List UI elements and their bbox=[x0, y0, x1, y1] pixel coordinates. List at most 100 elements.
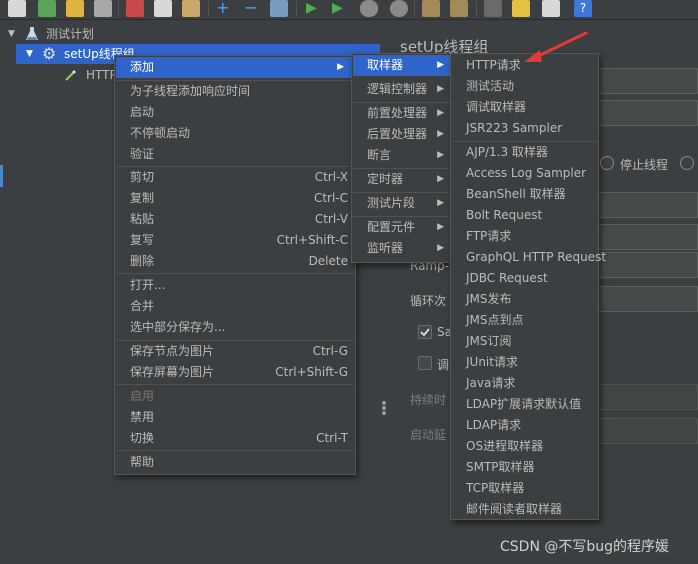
tree-node-http-request[interactable]: HTTP bbox=[60, 65, 120, 85]
sampler-item-jms-subscriber[interactable]: JMS订阅 bbox=[452, 331, 597, 352]
toolbar: + − ▶ ▶ ? bbox=[0, 0, 698, 20]
submenu-item-logic-controller[interactable]: 逻辑控制器 ▶ bbox=[353, 79, 450, 100]
menu-item-validate[interactable]: 验证 bbox=[116, 144, 354, 165]
stop-icon[interactable] bbox=[360, 0, 378, 17]
same-user-checkbox[interactable] bbox=[418, 325, 432, 339]
clear-icon[interactable] bbox=[422, 0, 440, 17]
menu-item-add-response-time[interactable]: 为子线程添加响应时间 bbox=[116, 81, 354, 102]
sampler-item-junit[interactable]: JUnit请求 bbox=[452, 352, 597, 373]
duration-field[interactable] bbox=[594, 384, 698, 410]
ramp-up-input[interactable] bbox=[594, 252, 698, 278]
templates-icon[interactable] bbox=[38, 0, 56, 17]
sampler-item-jdbc[interactable]: JDBC Request bbox=[452, 268, 597, 289]
new-file-icon[interactable] bbox=[8, 0, 26, 17]
loop-count-label: 循环次 bbox=[410, 294, 447, 308]
menu-item-help[interactable]: 帮助 bbox=[116, 452, 354, 473]
expand-icon[interactable]: + bbox=[216, 0, 234, 17]
splitter-grip[interactable] bbox=[382, 406, 386, 410]
chevron-right-icon: ▶ bbox=[437, 60, 444, 70]
menu-item-start[interactable]: 启动 bbox=[116, 102, 354, 123]
start-no-pause-icon[interactable]: ▶ bbox=[332, 0, 350, 17]
stop-thread-radio[interactable] bbox=[600, 156, 614, 170]
submenu-item-listener[interactable]: 监听器 ▶ bbox=[353, 238, 450, 259]
chevron-down-icon[interactable]: ▼ bbox=[26, 44, 33, 64]
sampler-item-access-log[interactable]: Access Log Sampler bbox=[452, 163, 597, 184]
menu-item-save-selection-as[interactable]: 选中部分保存为... bbox=[116, 317, 354, 338]
menu-item-cut[interactable]: 剪切 Ctrl-X bbox=[116, 167, 354, 188]
menu-item-paste[interactable]: 粘贴 Ctrl-V bbox=[116, 209, 354, 230]
name-field[interactable] bbox=[594, 68, 698, 94]
sampler-item-ftp[interactable]: FTP请求 bbox=[452, 226, 597, 247]
sampler-item-os-process[interactable]: OS进程取样器 bbox=[452, 436, 597, 457]
menu-item-toggle[interactable]: 切换 Ctrl-T bbox=[116, 428, 354, 449]
sampler-submenu: HTTP请求 测试活动 调试取样器 JSR223 Sampler AJP/1.3… bbox=[450, 53, 606, 520]
toolbar-separator bbox=[476, 1, 477, 17]
submenu-item-timer[interactable]: 定时器 ▶ bbox=[353, 169, 450, 190]
collapse-icon[interactable]: − bbox=[244, 0, 262, 17]
open-folder-icon[interactable] bbox=[66, 0, 84, 17]
menu-item-copy[interactable]: 复制 Ctrl-C bbox=[116, 188, 354, 209]
menu-item-save-node-image[interactable]: 保存节点为图片 Ctrl-G bbox=[116, 341, 354, 362]
function-helper-icon[interactable] bbox=[542, 0, 560, 17]
toolbar-separator bbox=[208, 1, 209, 17]
sampler-item-beanshell[interactable]: BeanShell 取样器 bbox=[452, 184, 597, 205]
help-icon[interactable]: ? bbox=[574, 0, 592, 17]
submenu-item-pre-processor[interactable]: 前置处理器 ▶ bbox=[353, 103, 450, 124]
sampler-item-ldap[interactable]: LDAP请求 bbox=[452, 415, 597, 436]
sampler-item-ldap-extended[interactable]: LDAP扩展请求默认值 bbox=[452, 394, 597, 415]
splitter-grip[interactable] bbox=[382, 401, 386, 405]
toolbar-separator bbox=[118, 1, 119, 17]
delay-creation-checkbox[interactable] bbox=[418, 356, 432, 370]
startup-delay-label: 启动延 bbox=[410, 428, 447, 442]
startup-delay-field[interactable] bbox=[594, 418, 698, 444]
menu-item-merge[interactable]: 合并 bbox=[116, 296, 354, 317]
menu-item-save-screen-image[interactable]: 保存屏幕为图片 Ctrl+Shift-G bbox=[116, 362, 354, 383]
sampler-item-jms-point-to-point[interactable]: JMS点到点 bbox=[452, 310, 597, 331]
start-icon[interactable]: ▶ bbox=[306, 0, 324, 17]
annotation-arrow-icon bbox=[524, 31, 588, 62]
cut-icon[interactable] bbox=[126, 0, 144, 17]
sampler-item-graphql[interactable]: GraphQL HTTP Request bbox=[452, 247, 606, 268]
sampler-item-smtp[interactable]: SMTP取样器 bbox=[452, 457, 597, 478]
submenu-item-assertion[interactable]: 断言 ▶ bbox=[353, 145, 450, 166]
search-icon[interactable] bbox=[484, 0, 502, 17]
sampler-item-jsr223[interactable]: JSR223 Sampler bbox=[452, 118, 597, 139]
stop-test-radio[interactable] bbox=[680, 156, 694, 170]
sampler-item-jms-publisher[interactable]: JMS发布 bbox=[452, 289, 597, 310]
paste-icon[interactable] bbox=[182, 0, 200, 17]
submenu-item-sampler[interactable]: 取样器 ▶ bbox=[353, 55, 450, 76]
menu-item-enable: 启用 bbox=[130, 389, 155, 403]
menu-separator bbox=[116, 450, 354, 451]
chevron-down-icon[interactable]: ▼ bbox=[8, 24, 15, 44]
submenu-item-post-processor[interactable]: 后置处理器 ▶ bbox=[353, 124, 450, 145]
ramp-up-field[interactable] bbox=[594, 224, 698, 250]
sampler-item-bolt[interactable]: Bolt Request bbox=[452, 205, 597, 226]
copy-icon[interactable] bbox=[154, 0, 172, 17]
menu-item-open[interactable]: 打开... bbox=[116, 275, 354, 296]
reset-search-icon[interactable] bbox=[512, 0, 530, 17]
submenu-item-test-fragment[interactable]: 测试片段 ▶ bbox=[353, 193, 450, 214]
splitter-grip[interactable] bbox=[382, 411, 386, 415]
tree-node-test-plan[interactable]: ▼ 测试计划 bbox=[0, 24, 380, 44]
sampler-item-debug-sampler[interactable]: 调试取样器 bbox=[452, 97, 597, 118]
shutdown-icon[interactable] bbox=[390, 0, 408, 17]
submenu-item-config-element[interactable]: 配置元件 ▶ bbox=[353, 217, 450, 238]
menu-item-add[interactable]: 添加 ▶ bbox=[116, 57, 354, 78]
menu-item-delete[interactable]: 删除 Delete bbox=[116, 251, 354, 272]
sampler-item-mail-reader[interactable]: 邮件阅读者取样器 bbox=[452, 499, 597, 520]
menu-item-start-no-pause[interactable]: 不停顿启动 bbox=[116, 123, 354, 144]
menu-item-disable[interactable]: 禁用 bbox=[116, 407, 354, 428]
clear-all-icon[interactable] bbox=[450, 0, 468, 17]
selection-strip bbox=[0, 165, 3, 187]
sampler-item-test-action[interactable]: 测试活动 bbox=[452, 76, 597, 97]
sampler-item-tcp[interactable]: TCP取样器 bbox=[452, 478, 597, 499]
comments-field[interactable] bbox=[594, 100, 698, 126]
sampler-item-java[interactable]: Java请求 bbox=[452, 373, 597, 394]
loop-count-field[interactable] bbox=[594, 286, 698, 312]
gear-icon: ⚙ bbox=[42, 44, 57, 63]
toggle-icon[interactable] bbox=[270, 0, 288, 17]
menu-item-duplicate[interactable]: 复写 Ctrl+Shift-C bbox=[116, 230, 354, 251]
save-icon[interactable] bbox=[94, 0, 112, 17]
threads-field[interactable] bbox=[594, 192, 698, 218]
sampler-item-ajp[interactable]: AJP/1.3 取样器 bbox=[452, 142, 597, 163]
